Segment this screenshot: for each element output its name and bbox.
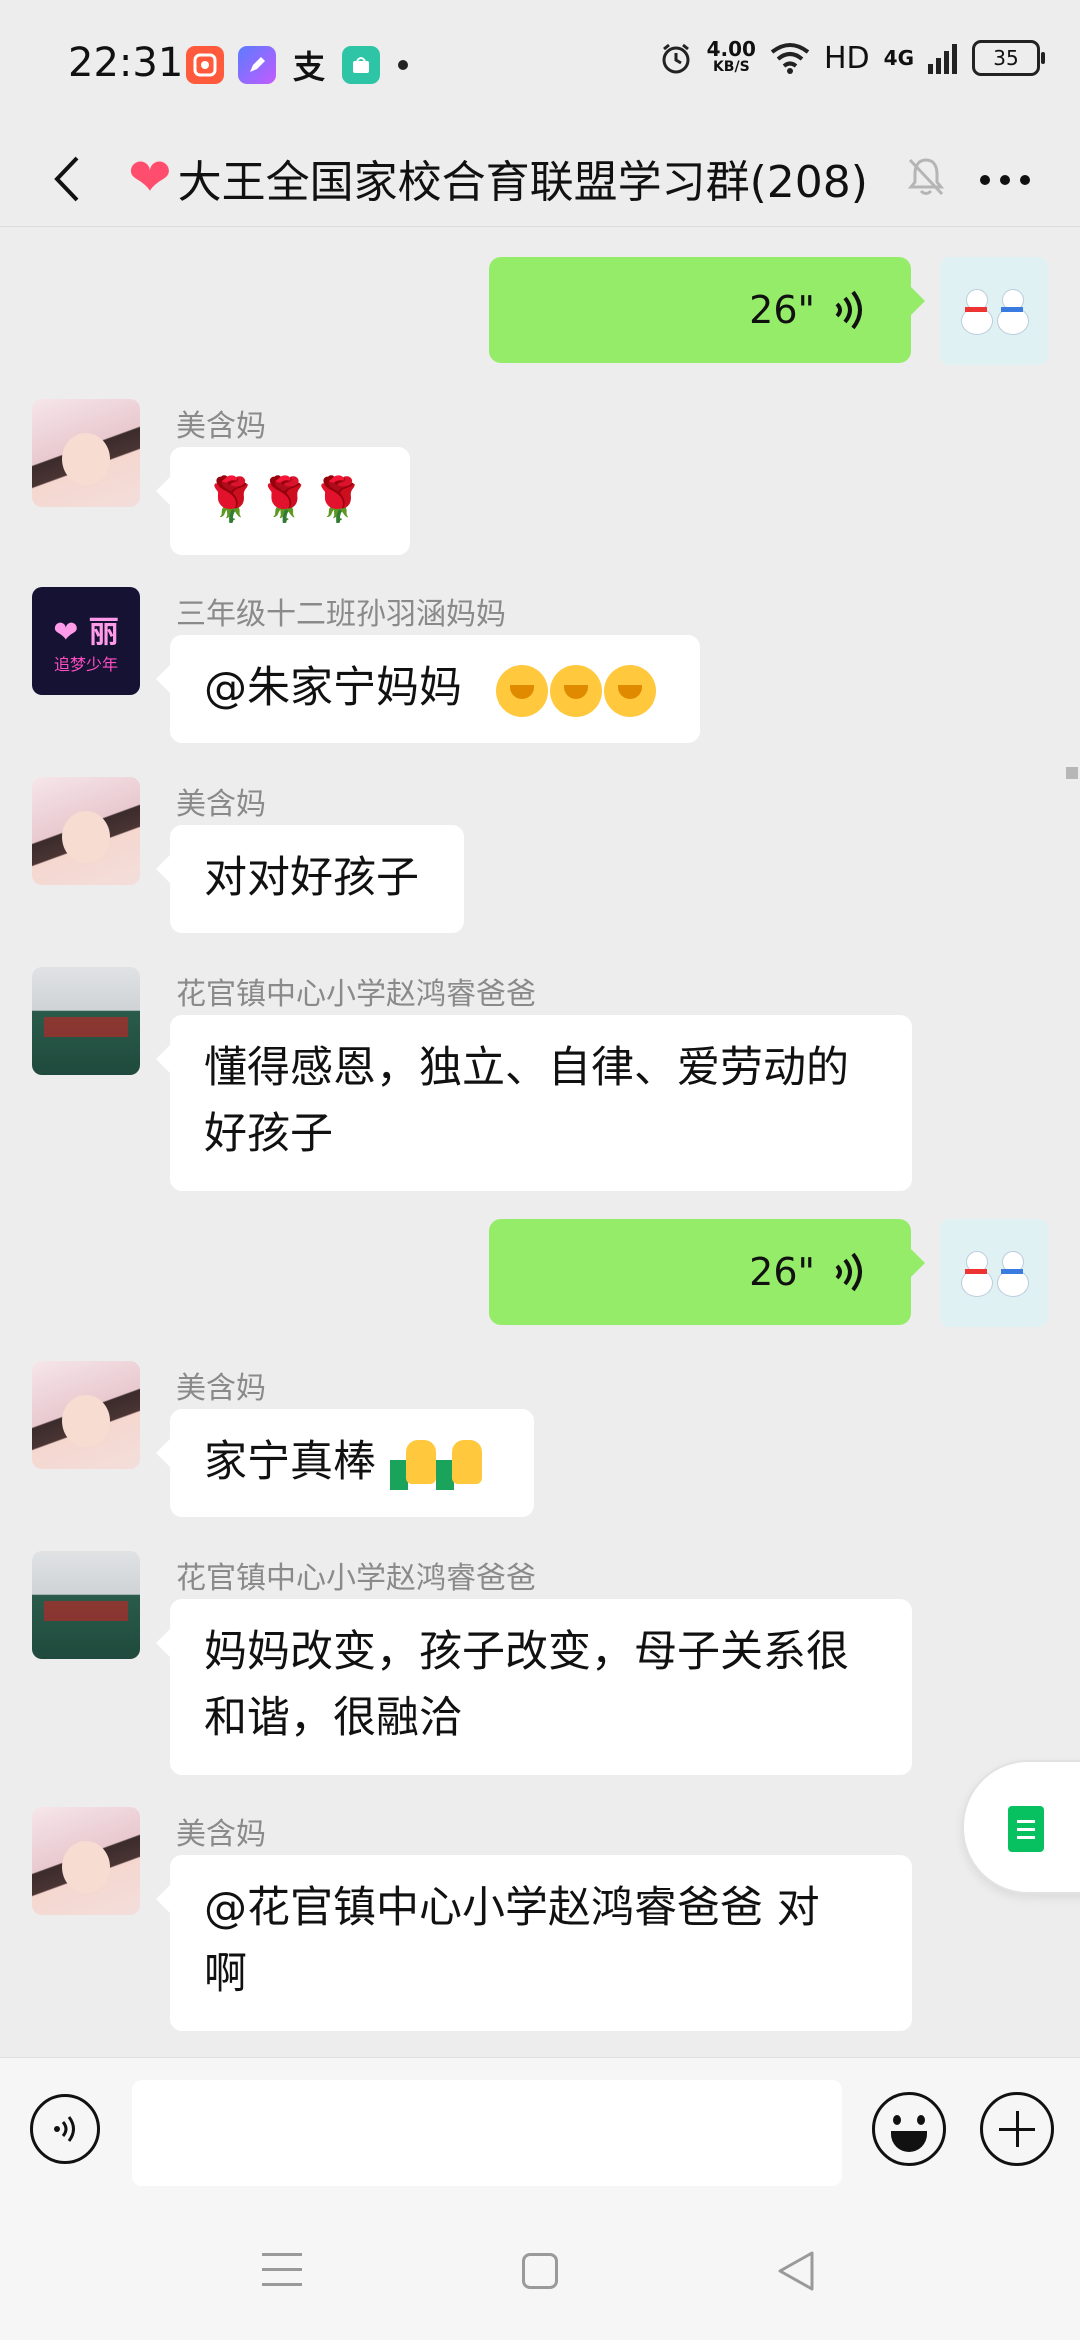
edit-app-icon — [238, 46, 276, 84]
sender-name: 美含妈 — [176, 1371, 266, 1406]
message-text-line: 啊 — [204, 1949, 247, 1999]
voice-input-button[interactable] — [30, 2094, 100, 2164]
sender-name: 美含妈 — [176, 787, 266, 822]
status-bar: 22:31 支 4.00 KB/S HD 4G 35 — [0, 0, 1080, 130]
message-bubble[interactable]: @花官镇中心小学赵鸿睿爸爸 对 啊 — [156, 1855, 912, 2031]
voice-duration: 26" — [749, 1250, 815, 1294]
menu-icon[interactable] — [262, 2253, 302, 2287]
rose-emojis: 🌹🌹🌹 — [204, 475, 365, 525]
avatar[interactable] — [32, 777, 140, 885]
back-arrow-icon — [54, 156, 79, 202]
sender-name: 美含妈 — [176, 1817, 266, 1852]
message-bubble[interactable]: @朱家宁妈妈 — [156, 635, 700, 743]
sender-name: 美含妈 — [176, 409, 266, 444]
floating-note-button[interactable] — [962, 1760, 1080, 1894]
voice-wave-icon — [835, 1252, 862, 1292]
chat-title-area[interactable]: ❤ 大王全国家校合育联盟学习群(208) — [128, 140, 868, 216]
my-avatar[interactable] — [940, 1219, 1048, 1327]
camera-app-icon — [186, 46, 224, 84]
message-bubble[interactable]: 对对好孩子 — [156, 825, 464, 933]
scrollbar-thumb[interactable] — [1066, 767, 1078, 779]
voice-wave-icon — [835, 290, 862, 330]
status-time: 22:31 — [68, 40, 184, 86]
message-text-line: 和谐，很融洽 — [204, 1693, 462, 1743]
input-bar — [0, 2057, 1080, 2198]
sender-name: 花官镇中心小学赵鸿睿爸爸 — [176, 977, 536, 1012]
message-text-line: 懂得感恩，独立、自律、爱劳动的 — [204, 1043, 849, 1093]
voice-input-icon — [54, 2116, 75, 2142]
message-text: 家宁真棒 — [204, 1437, 376, 1487]
avatar[interactable] — [32, 1807, 140, 1915]
wifi-icon — [770, 43, 810, 74]
message-bubble[interactable]: 懂得感恩，独立、自律、爱劳动的 好孩子 — [156, 1015, 912, 1191]
voice-message-bubble[interactable]: 26" — [489, 257, 925, 363]
message-text-line: @花官镇中心小学赵鸿睿爸爸 对 — [204, 1883, 820, 1933]
emoji-icon — [891, 2131, 927, 2152]
hd-label: HD — [823, 40, 870, 76]
avatar-text: ❤ 丽 — [53, 615, 119, 650]
alarm-icon — [662, 43, 690, 74]
message-text-line: 妈妈改变，孩子改变，母子关系很 — [204, 1627, 849, 1677]
message-bubble[interactable]: 妈妈改变，孩子改变，母子关系很 和谐，很融洽 — [156, 1599, 912, 1775]
chat-header: ❤ 大王全国家校合育联盟学习群(208) — [0, 130, 1080, 227]
avatar[interactable]: ❤ 丽 追梦少年 — [32, 587, 140, 695]
message-bubble[interactable]: 🌹🌹🌹 — [156, 447, 410, 555]
my-avatar[interactable] — [940, 257, 1048, 365]
more-dots-icon — [980, 175, 1030, 185]
heart-icon: ❤ — [128, 148, 172, 208]
status-right: 4.00 KB/S HD 4G 35 — [659, 37, 1045, 76]
chat-message-list[interactable]: 26" 美含妈 🌹🌹🌹 ❤ 丽 追梦少年 三年级十二班孙羽涵妈妈 @朱家宁妈妈 … — [0, 227, 1080, 2057]
sender-name: 三年级十二班孙羽涵妈妈 — [176, 597, 506, 632]
avatar-text: 追梦少年 — [53, 655, 118, 674]
status-app-icons: 支 — [186, 46, 408, 86]
plus-button[interactable] — [980, 2092, 1054, 2166]
message-text-line: 好孩子 — [204, 1109, 333, 1159]
avatar[interactable] — [32, 399, 140, 507]
notification-dot-icon — [398, 60, 408, 70]
bell-muted-icon — [906, 156, 946, 202]
more-button[interactable] — [970, 150, 1040, 210]
net-speed-value: 4.00 — [706, 37, 756, 61]
avatar[interactable] — [32, 1551, 140, 1659]
cover-mouth-emoji-icon — [494, 663, 656, 717]
message-input[interactable] — [132, 2080, 842, 2186]
battery-icon: 35 — [972, 40, 1045, 76]
home-icon[interactable] — [522, 2253, 558, 2289]
voice-duration: 26" — [749, 288, 815, 332]
avatar[interactable] — [32, 967, 140, 1075]
avatar[interactable] — [32, 1361, 140, 1469]
system-nav-bar — [0, 2197, 1080, 2340]
shop-app-icon — [342, 46, 380, 84]
message-bubble[interactable]: 家宁真棒 — [156, 1409, 534, 1517]
battery-level: 35 — [993, 46, 1019, 70]
emoji-button[interactable] — [872, 2092, 946, 2166]
alipay-app-icon: 支 — [292, 48, 325, 86]
sender-name: 花官镇中心小学赵鸿睿爸爸 — [176, 1561, 536, 1596]
network-type: 4G — [883, 46, 914, 70]
net-speed-unit: KB/S — [712, 59, 750, 75]
net-speed: 4.00 KB/S — [706, 37, 756, 76]
note-icon — [1008, 1806, 1044, 1852]
chat-title: 大王全国家校合育联盟学习群(208) — [177, 157, 868, 208]
signal-icon — [928, 44, 957, 74]
message-text: @朱家宁妈妈 — [204, 663, 462, 713]
back-icon[interactable] — [776, 2249, 816, 2297]
thumbs-up-emoji-icon — [389, 1437, 482, 1490]
back-button[interactable] — [36, 144, 96, 214]
message-text: 对对好孩子 — [204, 853, 419, 903]
voice-message-bubble[interactable]: 26" — [489, 1219, 925, 1325]
